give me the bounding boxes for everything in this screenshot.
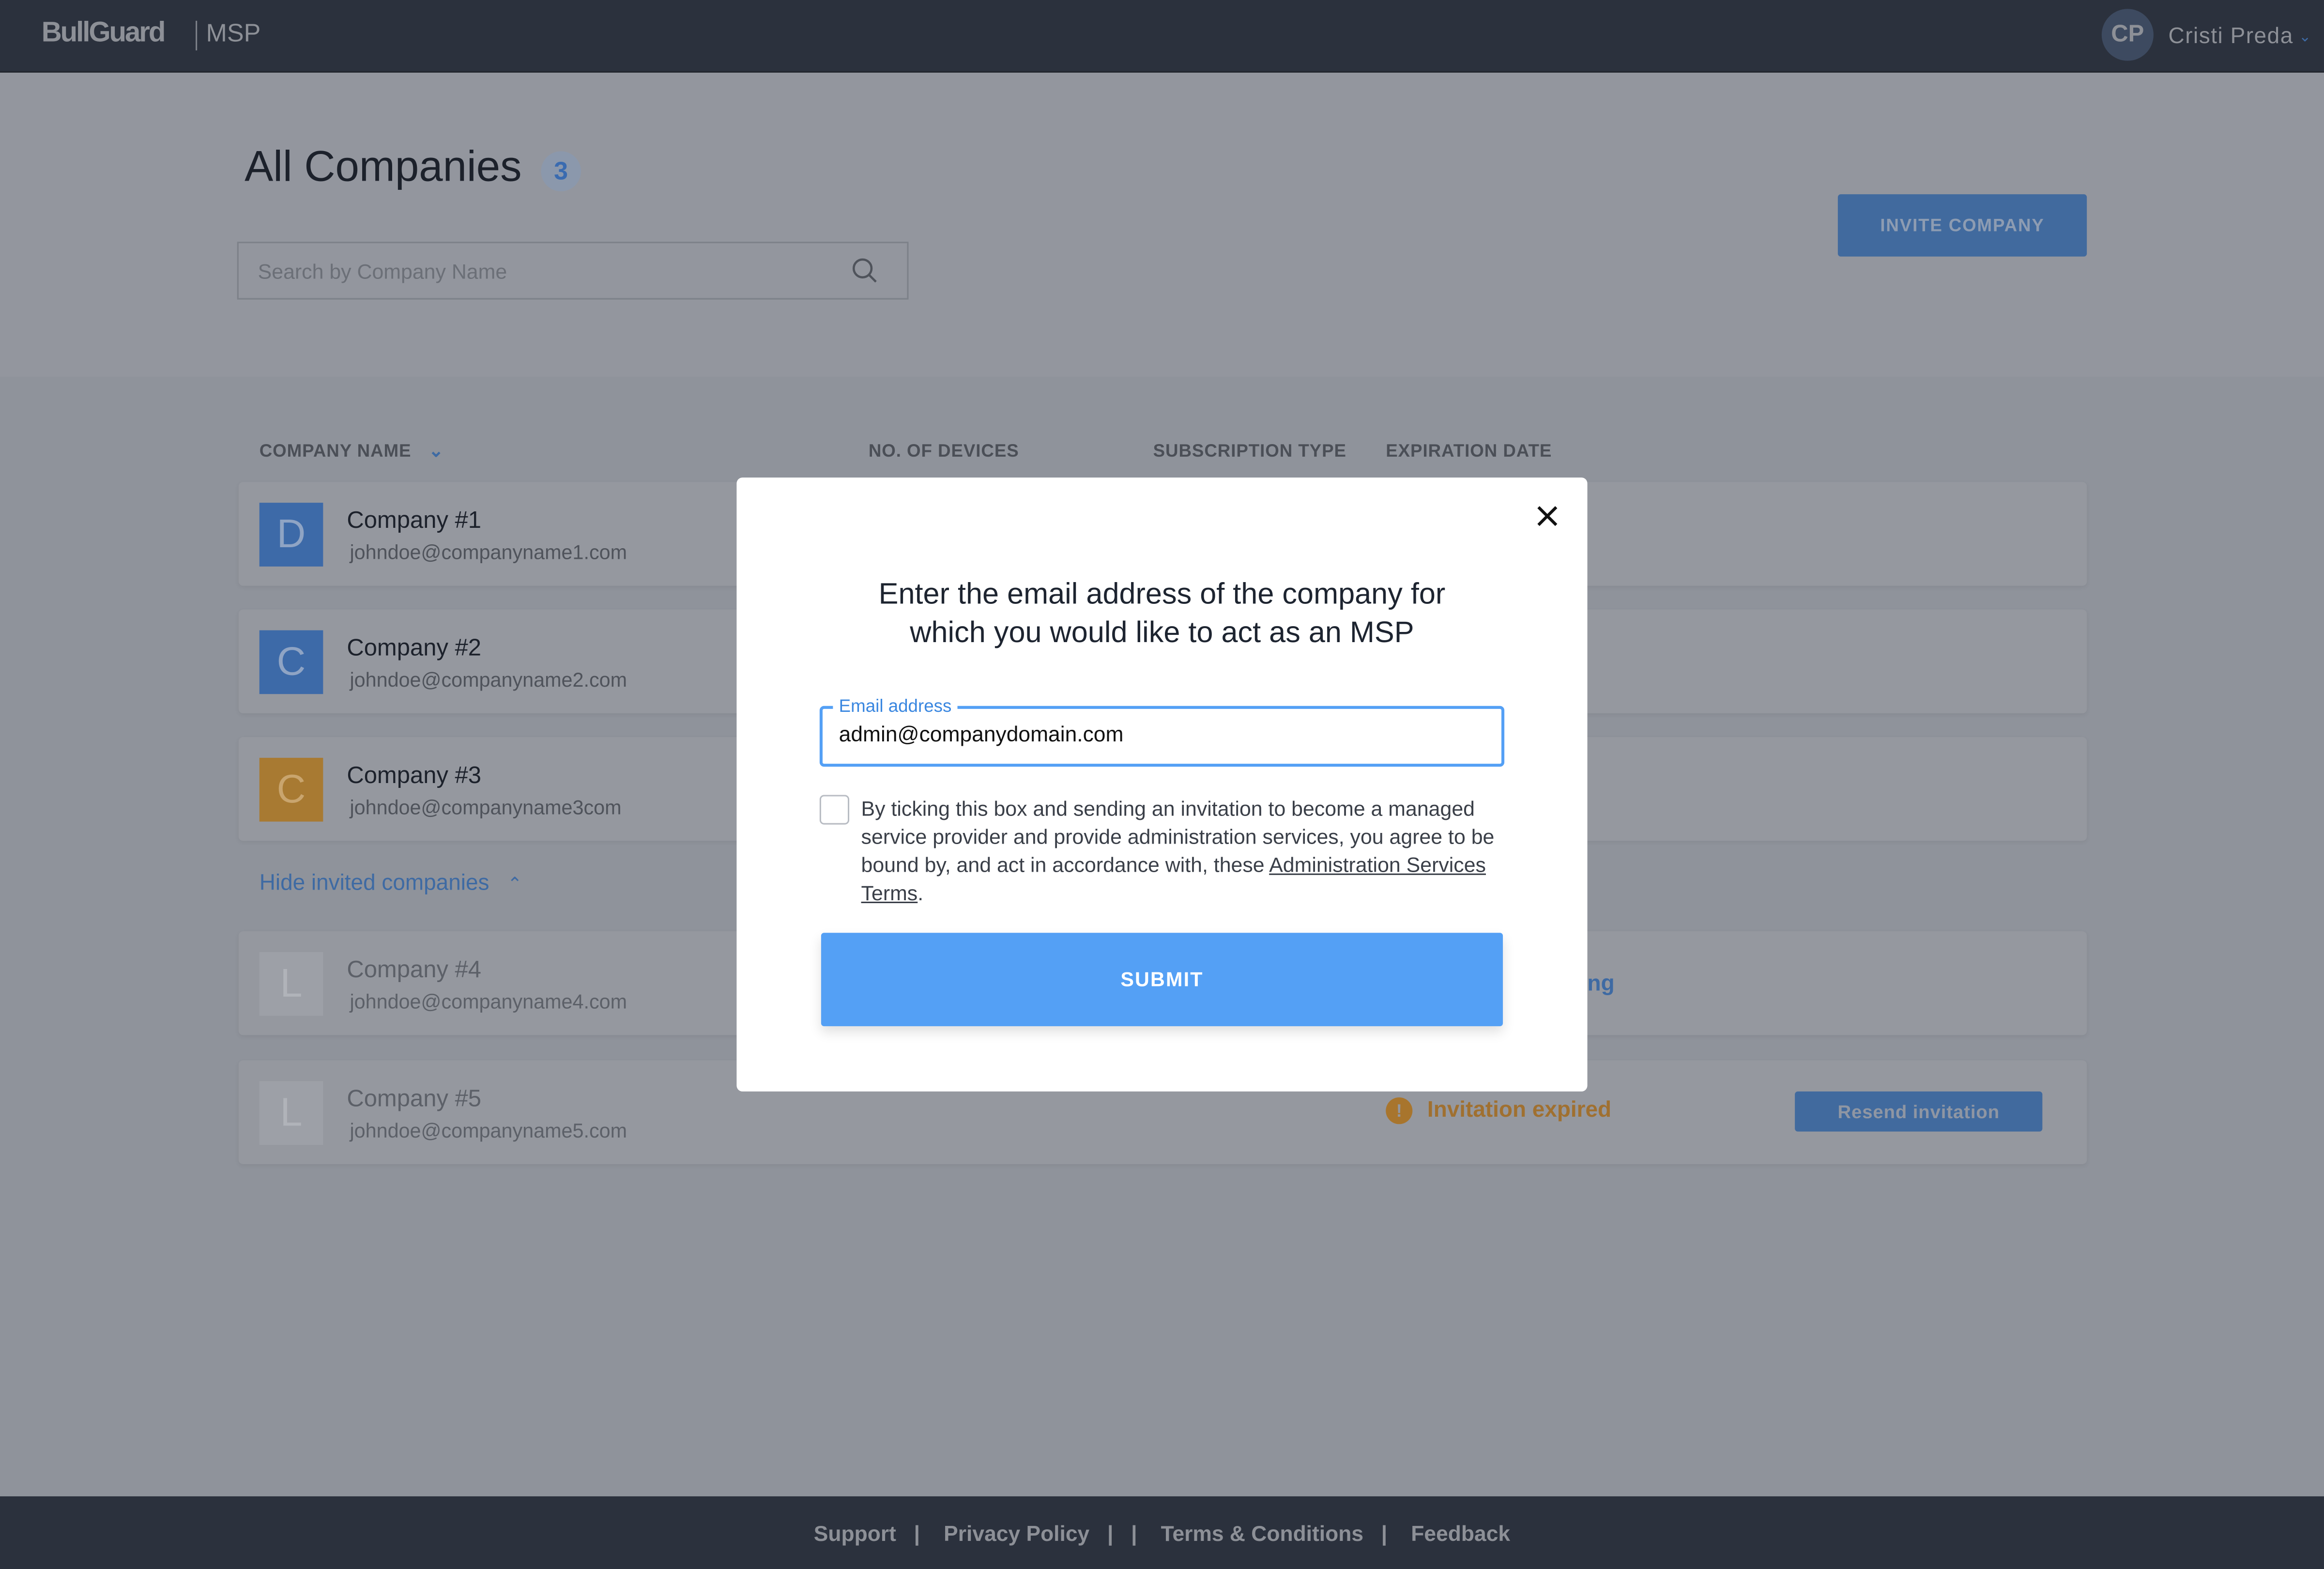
user-name[interactable]: Cristi Preda (2169, 24, 2293, 49)
company-email: johndoe@companyname5.com (350, 1120, 627, 1142)
hide-invited-toggle[interactable]: Hide invited companies ⌃ (260, 871, 522, 896)
invitation-status: Invitation expired (1427, 1097, 1612, 1123)
app: BullGuard MSP CP Cristi Preda ⌄ All Comp… (0, 0, 2324, 1569)
email-field-value[interactable]: admin@companydomain.com (839, 723, 1124, 747)
separator: | (1381, 1523, 1388, 1547)
email-field-label: Email address (833, 695, 958, 717)
company-email: johndoe@companyname2.com (350, 669, 627, 692)
warning-icon: ! (1386, 1097, 1413, 1124)
column-header-company-name[interactable]: COMPANY NAME ⌄ (260, 441, 444, 461)
avatar[interactable]: CP (2101, 9, 2154, 61)
company-name: Company #5 (347, 1087, 482, 1112)
column-header-subscription[interactable]: SUBSCRIPTION TYPE (1153, 441, 1346, 461)
close-icon[interactable] (1531, 500, 1563, 532)
company-email: johndoe@companyname3com (350, 796, 622, 819)
column-header-expiration[interactable]: EXPIRATION DATE (1386, 441, 1552, 461)
company-name: Company #2 (347, 636, 482, 661)
modal-title-line: which you would like to act as an MSP (910, 616, 1414, 650)
modal-title-line: Enter the email address of the company f… (878, 578, 1446, 611)
company-name: Company #4 (347, 958, 482, 984)
company-email: johndoe@companyname4.com (350, 990, 627, 1013)
search-input[interactable]: Search by Company Name (237, 242, 909, 300)
modal-title: Enter the email address of the company f… (771, 575, 1553, 652)
footer-links: Support | Privacy Policy | | Terms & Condit… (0, 1523, 2324, 1547)
company-avatar: L (259, 952, 323, 1016)
separator: | (914, 1523, 920, 1547)
company-avatar: L (259, 1081, 323, 1145)
company-name: Company #1 (347, 508, 482, 534)
chevron-down-icon[interactable]: ⌄ (2299, 30, 2311, 46)
company-email: johndoe@companyname1.com (350, 541, 627, 564)
company-avatar: D (259, 503, 323, 567)
invitation-status: ng (1587, 971, 1615, 997)
page-title: All Companies (245, 144, 522, 192)
resend-invitation-button[interactable]: Resend invitation (1795, 1091, 2043, 1132)
terms-checkbox[interactable] (819, 795, 850, 825)
terms-text: By ticking this box and sending an invit… (861, 795, 1514, 908)
logo-divider (196, 20, 198, 51)
footer-link-support[interactable]: Support (814, 1523, 896, 1547)
chevron-down-icon: ⌄ (428, 440, 444, 461)
footer-link-privacy[interactable]: Privacy Policy (944, 1523, 1089, 1547)
footer-link-terms[interactable]: Terms & Conditions (1161, 1523, 1363, 1547)
invite-company-button[interactable]: INVITE COMPANY (1837, 194, 2087, 257)
separator: | (1131, 1523, 1137, 1547)
submit-button[interactable]: SUBMIT (821, 933, 1503, 1027)
bullguard-logo[interactable]: BullGuard (42, 18, 166, 50)
top-header (0, 0, 2324, 73)
hide-invited-label: Hide invited companies (259, 870, 489, 896)
product-name: MSP (206, 19, 261, 47)
company-avatar: C (259, 630, 323, 694)
column-header-devices[interactable]: NO. OF DEVICES (869, 441, 1019, 461)
company-count-badge: 3 (541, 151, 581, 192)
footer-link-feedback[interactable]: Feedback (1411, 1523, 1510, 1547)
search-placeholder: Search by Company Name (258, 259, 507, 283)
separator: | (1107, 1523, 1114, 1547)
search-icon[interactable] (851, 257, 880, 286)
column-label: COMPANY NAME (259, 440, 412, 461)
company-name: Company #3 (347, 764, 482, 789)
company-avatar: C (259, 757, 323, 822)
terms-end: . (917, 881, 924, 905)
chevron-up-icon: ⌃ (507, 873, 522, 894)
